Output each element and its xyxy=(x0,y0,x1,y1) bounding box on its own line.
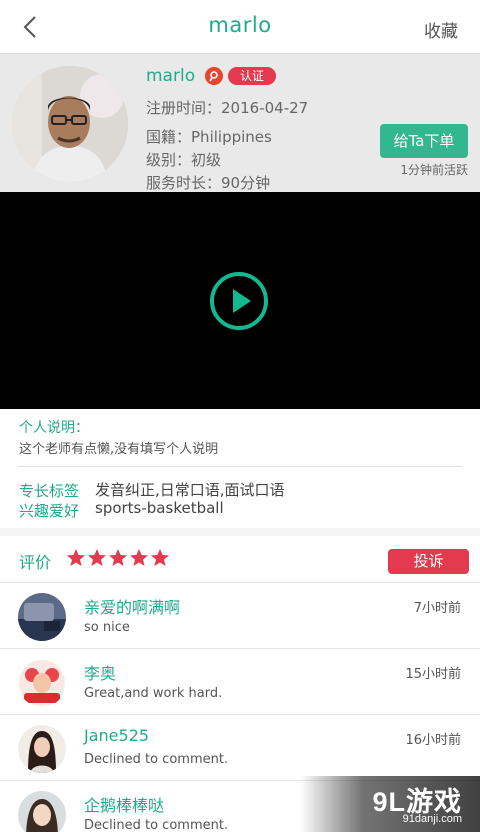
verify-icon xyxy=(205,67,223,85)
intro-video[interactable] xyxy=(0,192,480,409)
duration-value: 90分钟 xyxy=(221,174,271,192)
reviewer-name: Jane525 xyxy=(84,726,150,745)
star-icon xyxy=(151,549,169,566)
review-text: Declined to comment. xyxy=(84,818,229,832)
duration-label: 服务时长： xyxy=(146,174,222,192)
review-item[interactable]: 李奥 Great,and work hard. 15小时前 xyxy=(0,649,480,715)
hobby-value: sports-basketball xyxy=(95,499,224,517)
teacher-profile: marlo 认证 注册时间：2016-04-27 国籍：Philippines … xyxy=(0,54,480,192)
watermark: 9L游戏 91danji.com xyxy=(300,776,480,832)
reviewer-avatar xyxy=(18,593,66,641)
hobby-label: 兴趣爱好 xyxy=(19,502,80,520)
nationality-label: 国籍： xyxy=(146,128,192,146)
section-divider xyxy=(0,528,480,536)
description-text: 这个老师有点懒,没有填写个人说明 xyxy=(19,442,219,457)
active-status: 1分钟前活跃 xyxy=(400,163,468,177)
skills-value: 发音纠正,日常口语,面试口语 xyxy=(95,481,285,499)
review-item[interactable]: 亲爱的啊满啊 so nice 7小时前 xyxy=(0,583,480,649)
review-time: 16小时前 xyxy=(405,733,461,748)
page-title: marlo xyxy=(208,13,272,37)
avatar[interactable] xyxy=(12,66,128,182)
nationality-value: Philippines xyxy=(191,128,272,146)
reviewer-name: 企鹅棒棒哒 xyxy=(84,796,165,815)
level-row: 级别：初级 xyxy=(146,149,221,170)
reviews-label: 评价 xyxy=(19,553,52,572)
review-time: 15小时前 xyxy=(405,667,461,682)
star-icon xyxy=(109,549,127,566)
reviewer-avatar xyxy=(18,791,66,832)
review-text: Declined to comment. xyxy=(84,752,229,767)
play-icon[interactable] xyxy=(209,271,269,331)
review-text: so nice xyxy=(84,620,130,635)
skills-label: 专长标签 xyxy=(19,482,80,500)
navbar: marlo 收藏 xyxy=(0,0,480,54)
register-label: 注册时间： xyxy=(146,99,222,117)
reviewer-avatar xyxy=(18,659,66,707)
review-time: 7小时前 xyxy=(413,601,461,616)
reviewer-avatar xyxy=(18,725,66,773)
level-label: 级别： xyxy=(146,151,192,169)
reviewer-name: 李奥 xyxy=(84,664,117,683)
register-value: 2016-04-27 xyxy=(221,99,309,117)
review-text: Great,and work hard. xyxy=(84,686,223,701)
star-icon xyxy=(130,549,148,566)
nationality-row: 国籍：Philippines xyxy=(146,126,272,147)
register-row: 注册时间：2016-04-27 xyxy=(146,97,308,118)
description-title: 个人说明： xyxy=(19,420,89,436)
favorite-button[interactable]: 收藏 xyxy=(424,17,458,42)
rating-stars xyxy=(66,548,170,568)
level-value: 初级 xyxy=(191,151,222,169)
star-icon xyxy=(67,549,85,566)
verified-badge: 认证 xyxy=(228,67,277,85)
complain-button[interactable]: 投诉 xyxy=(388,549,469,574)
teacher-name: marlo xyxy=(146,66,196,86)
reviewer-name: 亲爱的啊满啊 xyxy=(84,598,181,617)
divider xyxy=(19,466,461,467)
star-icon xyxy=(88,549,106,566)
order-button[interactable]: 给Ta下单 xyxy=(380,124,468,158)
watermark-url: 91danji.com xyxy=(402,813,462,825)
duration-row: 服务时长：90分钟 xyxy=(146,172,270,193)
review-item[interactable]: Jane525 Declined to comment. 16小时前 xyxy=(0,715,480,781)
